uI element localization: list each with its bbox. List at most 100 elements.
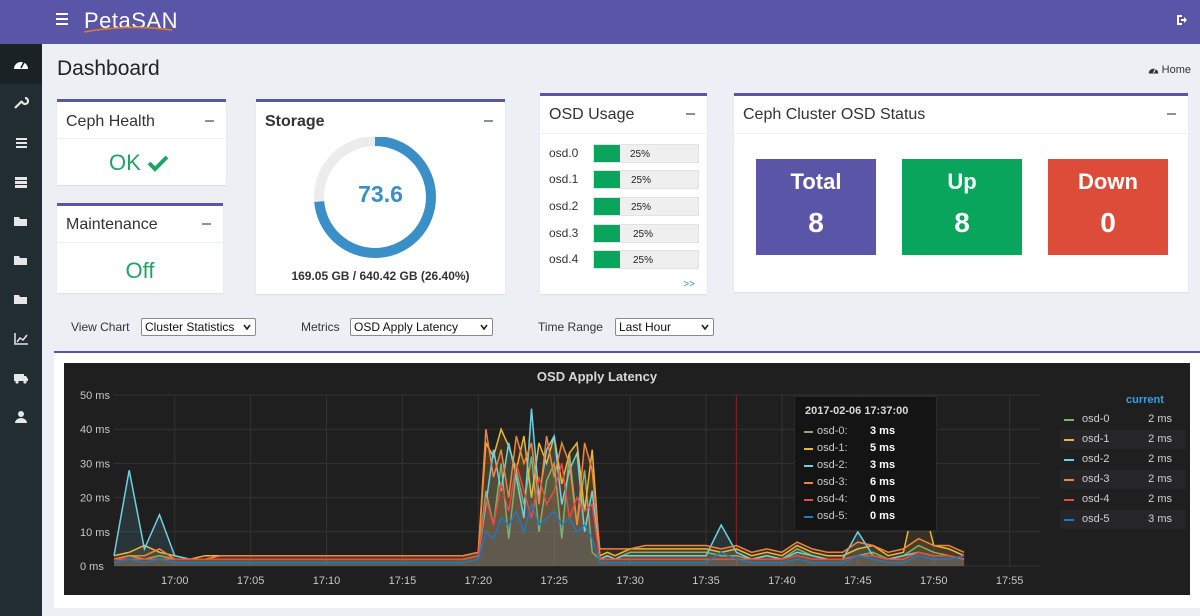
tooltip-series-value: 6 ms bbox=[870, 476, 896, 488]
time-range-label: Time Range bbox=[538, 320, 603, 334]
tooltip-series-name: osd-0: bbox=[817, 425, 848, 437]
tooltip-row: osd-5: 0 ms bbox=[804, 510, 929, 524]
panel-divider bbox=[540, 133, 707, 134]
osd-usage-more-link[interactable]: >> bbox=[683, 279, 695, 290]
series-swatch bbox=[804, 431, 813, 433]
server-icon[interactable] bbox=[13, 175, 29, 189]
tooltip-time: 2017-02-06 17:37:00 bbox=[805, 405, 909, 417]
osd-up-count: 8 bbox=[954, 207, 970, 238]
maintenance-panel: Maintenance Off bbox=[57, 203, 223, 293]
osd-usage-bar: 25% bbox=[593, 170, 699, 189]
sign-out-icon[interactable] bbox=[1176, 14, 1188, 26]
folder-icon[interactable] bbox=[13, 292, 29, 306]
legend-series-name: osd-2 bbox=[1082, 453, 1110, 465]
time-range-select[interactable]: Last Hour bbox=[615, 318, 714, 336]
x-tick-label: 17:15 bbox=[389, 575, 417, 587]
osd-usage-fill bbox=[594, 198, 620, 215]
tooltip-series-name: osd-5: bbox=[817, 510, 848, 522]
osd-usage-panel: OSD Usage osd.0 25% osd.1 25% osd.2 25% osd.3 2… bbox=[540, 93, 707, 294]
tooltip-series-name: osd-3: bbox=[817, 476, 848, 488]
osd-name: osd.0 bbox=[549, 146, 579, 160]
metrics-label: Metrics bbox=[301, 320, 340, 334]
chart-tooltip: 2017-02-06 17:37:00 osd-0: 3 ms osd-1: 5 ms… bbox=[794, 396, 937, 531]
line-chart-icon[interactable] bbox=[13, 332, 29, 346]
y-tick-label: 0 ms bbox=[80, 561, 104, 573]
metrics-value: OSD Apply Latency bbox=[354, 320, 459, 334]
view-chart-select[interactable]: Cluster Statistics bbox=[141, 318, 256, 336]
chevron-down-icon bbox=[243, 324, 251, 331]
osd-name: osd.4 bbox=[549, 252, 579, 266]
folder-icon[interactable] bbox=[13, 214, 29, 228]
storage-used-value: 73.6 bbox=[358, 181, 403, 207]
osd-total-label: Total bbox=[790, 169, 842, 194]
y-tick-label: 20 ms bbox=[80, 493, 110, 505]
x-tick-label: 17:25 bbox=[540, 575, 568, 587]
osd-total-count: 8 bbox=[808, 207, 824, 238]
legend-item[interactable]: osd-5 3 ms bbox=[1060, 510, 1186, 529]
tooltip-series-value: 5 ms bbox=[870, 442, 896, 454]
osd-name: osd.1 bbox=[549, 172, 579, 186]
ambulance-icon[interactable] bbox=[13, 371, 29, 385]
legend-item[interactable]: osd-4 2 ms bbox=[1060, 490, 1186, 509]
legend-item[interactable]: osd-2 2 ms bbox=[1060, 450, 1186, 469]
osd-usage-percent: 25% bbox=[631, 175, 652, 186]
x-tick-label: 17:00 bbox=[161, 575, 189, 587]
legend-series-name: osd-0 bbox=[1082, 413, 1110, 425]
chart-canvas: OSD Apply Latency 0 ms 10 ms 20 ms 30 ms 40 m… bbox=[80, 369, 1040, 587]
legend-item[interactable]: osd-1 2 ms bbox=[1060, 430, 1186, 449]
storage-title: Storage bbox=[265, 113, 325, 130]
series-swatch bbox=[804, 499, 813, 501]
breadcrumb-home-label: Home bbox=[1161, 64, 1191, 76]
osd-usage-bar: 25% bbox=[593, 250, 699, 269]
folder-icon[interactable] bbox=[13, 253, 29, 267]
osd-usage-title: OSD Usage bbox=[549, 106, 635, 123]
collapse-button[interactable] bbox=[1167, 113, 1176, 115]
series-swatch bbox=[1064, 439, 1074, 441]
legend-item[interactable]: osd-0 2 ms bbox=[1060, 410, 1186, 429]
hamburger-menu-icon[interactable] bbox=[56, 13, 68, 25]
wrench-icon[interactable] bbox=[13, 96, 29, 110]
sidebar-item-dashboard[interactable] bbox=[0, 44, 42, 84]
legend-series-value: 2 ms bbox=[1148, 473, 1172, 485]
tooltip-series-value: 0 ms bbox=[870, 510, 896, 522]
legend-series-value: 2 ms bbox=[1148, 453, 1172, 465]
collapse-button[interactable] bbox=[686, 113, 695, 115]
osd-status-title: Ceph Cluster OSD Status bbox=[743, 106, 926, 123]
series-swatch bbox=[804, 516, 813, 518]
osd-usage-row: osd.1 25% bbox=[549, 169, 699, 189]
breadcrumb-home[interactable]: Home bbox=[1148, 64, 1191, 76]
collapse-button[interactable] bbox=[202, 223, 211, 225]
metrics-select[interactable]: OSD Apply Latency bbox=[350, 318, 493, 336]
series-swatch bbox=[1064, 499, 1074, 501]
user-icon[interactable] bbox=[13, 410, 29, 424]
ceph-health-status: OK bbox=[109, 150, 169, 176]
legend-series-name: osd-4 bbox=[1082, 493, 1110, 505]
page-title: Dashboard bbox=[57, 57, 160, 80]
collapse-button[interactable] bbox=[484, 120, 493, 122]
x-tick-label: 17:20 bbox=[465, 575, 493, 587]
x-tick-label: 17:05 bbox=[237, 575, 265, 587]
osd-usage-bar: 25% bbox=[593, 144, 699, 163]
legend-series-name: osd-5 bbox=[1082, 513, 1110, 525]
list-icon[interactable] bbox=[13, 136, 29, 150]
storage-capacity-text: 169.05 GB / 640.42 GB (26.40%) bbox=[291, 269, 470, 283]
sidebar bbox=[0, 44, 42, 616]
x-tick-label: 17:50 bbox=[920, 575, 948, 587]
osd-down-tile: Down 0 bbox=[1048, 159, 1168, 255]
x-tick-label: 17:10 bbox=[313, 575, 341, 587]
osd-down-label: Down bbox=[1078, 169, 1138, 194]
ceph-health-title: Ceph Health bbox=[66, 113, 155, 130]
collapse-button[interactable] bbox=[205, 120, 214, 122]
maintenance-status: Off bbox=[125, 258, 155, 283]
tooltip-series-value: 0 ms bbox=[870, 493, 896, 505]
osd-up-label: Up bbox=[947, 169, 977, 194]
tooltip-series-name: osd-1: bbox=[817, 442, 848, 454]
dashboard-icon bbox=[14, 61, 28, 69]
x-tick-label: 17:45 bbox=[844, 575, 872, 587]
y-tick-label: 10 ms bbox=[80, 527, 110, 539]
legend-item[interactable]: osd-3 2 ms bbox=[1060, 470, 1186, 489]
chart-title: OSD Apply Latency bbox=[537, 369, 658, 384]
osd-usage-percent: 25% bbox=[633, 229, 654, 240]
tooltip-series-value: 3 ms bbox=[870, 459, 896, 471]
y-tick-label: 50 ms bbox=[80, 390, 110, 402]
